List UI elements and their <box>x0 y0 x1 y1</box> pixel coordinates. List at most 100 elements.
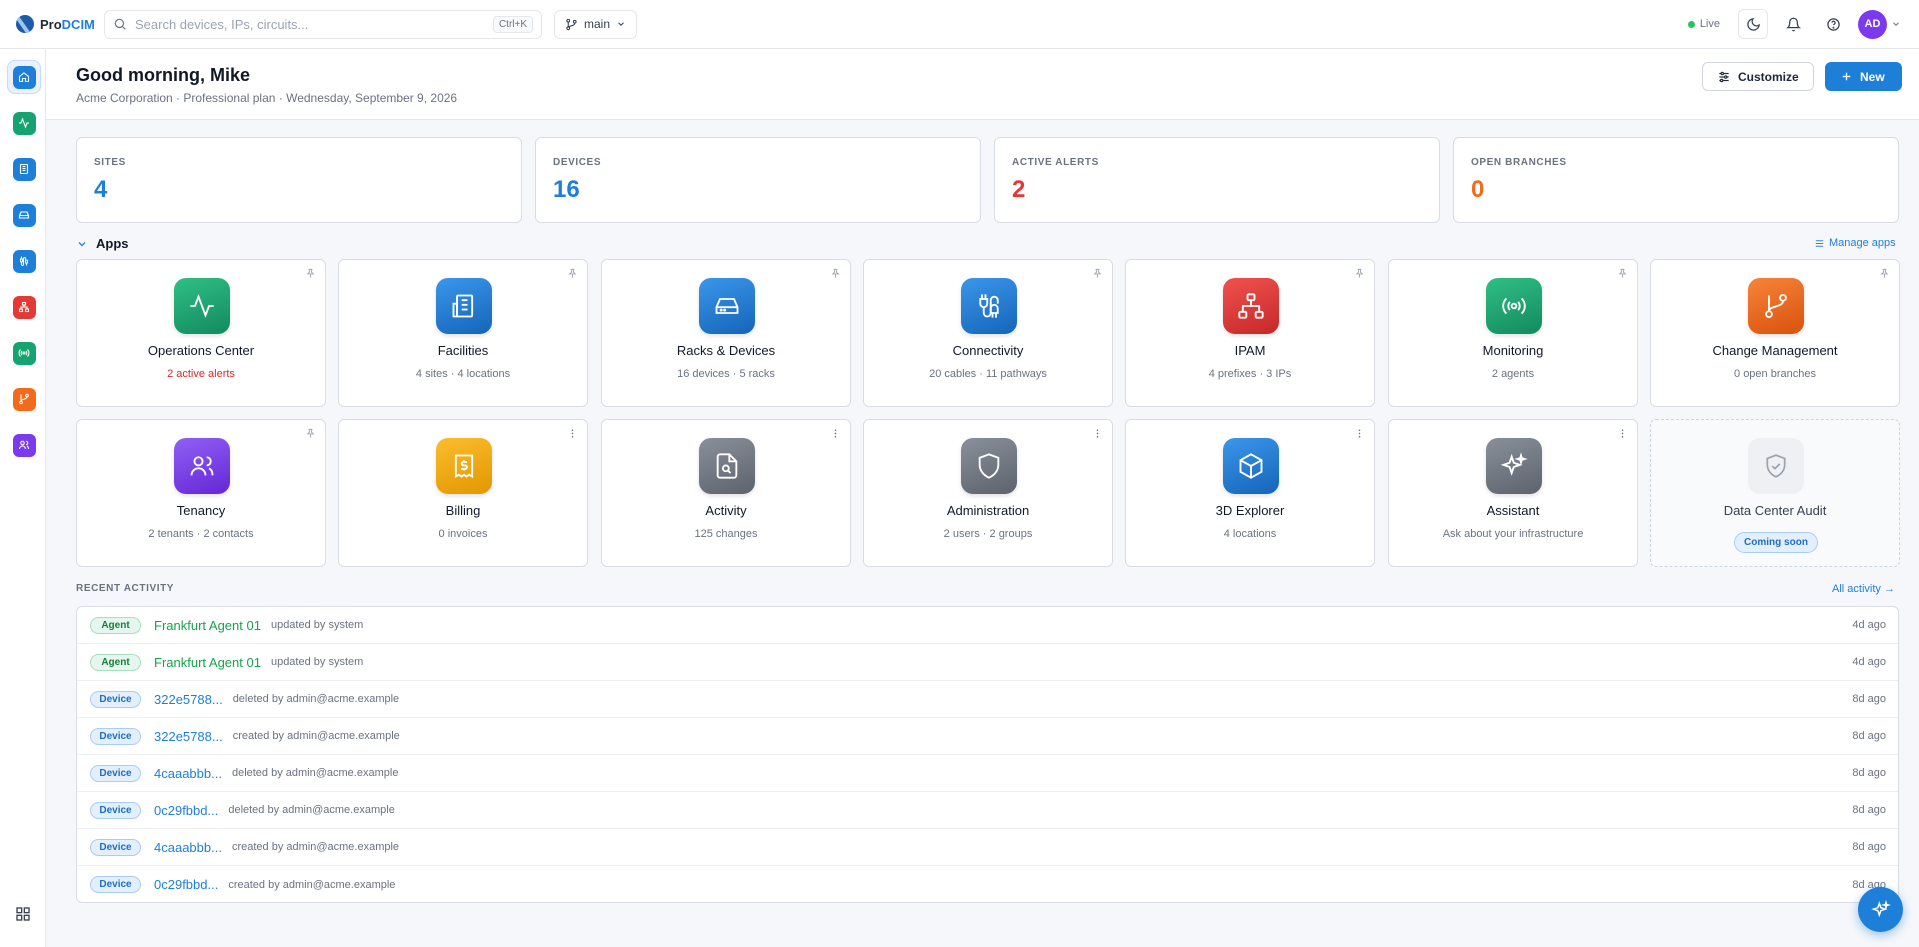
git-branch-icon <box>566 18 577 30</box>
activity-object-link[interactable]: 4caaabbb... <box>154 840 222 855</box>
more-icon[interactable] <box>565 426 579 440</box>
sidebar-item-tenancy[interactable] <box>7 428 41 462</box>
pin-icon[interactable] <box>303 426 317 440</box>
app-card-operations-center[interactable]: Operations Center 2 active alerts <box>76 259 326 407</box>
app-grid-icon[interactable] <box>15 906 31 922</box>
manage-apps-link[interactable]: Manage apps <box>1814 237 1896 249</box>
pin-icon[interactable] <box>1090 266 1104 280</box>
theme-toggle-button[interactable] <box>1738 9 1768 39</box>
app-card-change-management[interactable]: Change Management 0 open branches <box>1650 259 1900 407</box>
stat-value: 2 <box>1012 176 1026 203</box>
search-box[interactable]: Ctrl+K <box>104 9 542 39</box>
coming-soon-badge: Coming soon <box>1734 532 1818 553</box>
user-avatar[interactable]: AD <box>1858 9 1887 39</box>
stat-value: 4 <box>94 176 108 203</box>
activity-description: deleted by admin@acme.example <box>231 767 399 779</box>
activity-time: 8d ago <box>1852 730 1886 742</box>
activity-object-link[interactable]: 0c29fbbd... <box>154 803 218 818</box>
search-input[interactable] <box>135 16 485 32</box>
sidebar-item-racks[interactable] <box>7 198 41 232</box>
page-subtitle: Acme Corporation · Professional plan · W… <box>76 91 458 105</box>
app-card-ipam[interactable]: IPAM 4 prefixes · 3 IPs <box>1125 259 1375 407</box>
app-name: Operations Center <box>147 343 255 358</box>
live-dot-icon <box>1687 20 1695 28</box>
cable-icon <box>12 249 36 273</box>
activity-description: created by admin@acme.example <box>231 841 400 853</box>
help-button[interactable] <box>1818 9 1848 39</box>
network-icon <box>12 295 36 319</box>
brand[interactable]: ProDCIM <box>0 15 104 33</box>
customize-button[interactable]: Customize <box>1702 62 1814 91</box>
sidebar <box>0 49 46 947</box>
list-item[interactable]: Agent Frankfurt Agent 01 updated by syst… <box>77 607 1898 644</box>
app-card-facilities[interactable]: Facilities 4 sites · 4 locations <box>338 259 588 407</box>
sidebar-item-ipam[interactable] <box>7 290 41 324</box>
app-card-3d-explorer[interactable]: 3D Explorer 4 locations <box>1125 419 1375 567</box>
app-subtitle: 16 devices · 5 racks <box>677 368 775 380</box>
git-branch-icon <box>1748 278 1804 334</box>
radio-icon <box>12 341 36 365</box>
sidebar-item-change-management[interactable] <box>7 382 41 416</box>
chevron-down-icon[interactable] <box>1891 19 1901 29</box>
sidebar-item-facilities[interactable] <box>7 152 41 186</box>
app-card-monitoring[interactable]: Monitoring 2 agents <box>1388 259 1638 407</box>
sidebar-item-home[interactable] <box>7 60 41 94</box>
new-button[interactable]: New <box>1825 62 1902 91</box>
apps-section-toggle[interactable]: Apps <box>76 236 129 251</box>
sidebar-item-operations[interactable] <box>7 106 41 140</box>
list-item[interactable]: Device 0c29fbbd... deleted by admin@acme… <box>77 792 1898 829</box>
app-card-racks-devices[interactable]: Racks & Devices 16 devices · 5 racks <box>601 259 851 407</box>
more-icon[interactable] <box>1615 426 1629 440</box>
list-item[interactable]: Agent Frankfurt Agent 01 updated by syst… <box>77 644 1898 681</box>
app-card-billing[interactable]: Billing 0 invoices <box>338 419 588 567</box>
app-name: 3D Explorer <box>1215 503 1285 518</box>
pin-icon[interactable] <box>1615 266 1629 280</box>
list-item[interactable]: Device 0c29fbbd... created by admin@acme… <box>77 866 1898 902</box>
pin-icon[interactable] <box>1352 266 1366 280</box>
pin-icon[interactable] <box>565 266 579 280</box>
list-item[interactable]: Device 4caaabbb... deleted by admin@acme… <box>77 755 1898 792</box>
activity-object-link[interactable]: 322e5788... <box>154 729 223 744</box>
chevron-down-icon <box>618 22 624 26</box>
app-card-tenancy[interactable]: Tenancy 2 tenants · 2 contacts <box>76 419 326 567</box>
more-icon[interactable] <box>1352 426 1366 440</box>
assistant-fab-button[interactable] <box>1858 887 1903 932</box>
pin-icon[interactable] <box>828 266 842 280</box>
stat-label: DEVICES <box>553 157 602 168</box>
app-card-assistant[interactable]: Assistant Ask about your infrastructure <box>1388 419 1638 567</box>
pin-icon[interactable] <box>1877 266 1891 280</box>
app-card-administration[interactable]: Administration 2 users · 2 groups <box>863 419 1113 567</box>
activity-object-link[interactable]: Frankfurt Agent 01 <box>154 618 261 633</box>
branch-selector[interactable]: main <box>554 9 638 39</box>
pin-icon[interactable] <box>303 266 317 280</box>
sliders-icon <box>1719 71 1729 82</box>
list-item[interactable]: Device 322e5788... created by admin@acme… <box>77 718 1898 755</box>
sidebar-item-connectivity[interactable] <box>7 244 41 278</box>
stat-card-devices[interactable]: DEVICES 16 <box>535 137 981 223</box>
recent-activity-title: RECENT ACTIVITY <box>76 583 175 594</box>
stat-card-open-branches[interactable]: OPEN BRANCHES 0 <box>1453 137 1899 223</box>
more-icon[interactable] <box>828 426 842 440</box>
stat-label: ACTIVE ALERTS <box>1012 157 1099 168</box>
page-header: Good morning, Mike Acme Corporation · Pr… <box>46 49 1919 120</box>
app-card-activity[interactable]: Activity 125 changes <box>601 419 851 567</box>
app-card-connectivity[interactable]: Connectivity 20 cables · 11 pathways <box>863 259 1113 407</box>
sidebar-item-monitoring[interactable] <box>7 336 41 370</box>
app-subtitle: 2 users · 2 groups <box>943 528 1033 540</box>
activity-object-link[interactable]: 0c29fbbd... <box>154 877 218 892</box>
activity-object-link[interactable]: Frankfurt Agent 01 <box>154 655 261 670</box>
app-name: Change Management <box>1712 343 1838 358</box>
activity-object-link[interactable]: 4caaabbb... <box>154 766 222 781</box>
list-item[interactable]: Device 4caaabbb... created by admin@acme… <box>77 829 1898 866</box>
more-icon[interactable] <box>1090 426 1104 440</box>
git-branch-icon <box>12 387 36 411</box>
notifications-button[interactable] <box>1778 9 1808 39</box>
type-badge: Agent <box>90 616 141 634</box>
stat-card-sites[interactable]: SITES 4 <box>76 137 522 223</box>
app-subtitle: 4 locations <box>1223 528 1277 540</box>
branch-name: main <box>584 17 611 31</box>
list-item[interactable]: Device 322e5788... deleted by admin@acme… <box>77 681 1898 718</box>
all-activity-link[interactable]: All activity → <box>1832 583 1895 595</box>
activity-object-link[interactable]: 322e5788... <box>154 692 223 707</box>
stat-card-active-alerts[interactable]: ACTIVE ALERTS 2 <box>994 137 1440 223</box>
